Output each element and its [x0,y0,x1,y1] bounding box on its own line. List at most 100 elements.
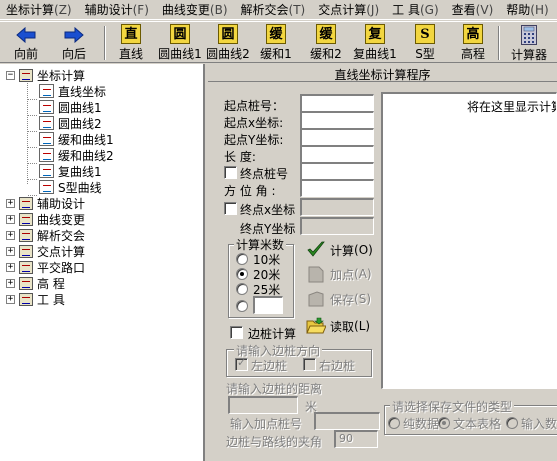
tree-node-easement2[interactable]: 缓和曲线2 [28,147,114,164]
s-curve-button[interactable]: S S型 [410,24,440,62]
expand-icon[interactable]: + [6,198,15,208]
read-button[interactable]: 读取 (L) [306,316,370,336]
tree-node-circular2[interactable]: 圆曲线2 [28,115,102,132]
menu-help[interactable]: 帮助(H) [500,0,555,20]
navigation-tree: − 坐标计算 直线坐标 圆曲线1 圆曲线2 缓和曲线1 缓和曲线2 复曲线1 S… [0,64,205,461]
start-y-input[interactable] [300,128,374,146]
add-point-button[interactable]: 加点 (A) [306,264,372,284]
tree-node-tools[interactable]: + 工 具 [6,291,65,307]
azimuth-input[interactable] [300,179,374,197]
start-x-input[interactable] [300,111,374,129]
end-station-label: 终点桩号 [240,167,289,181]
left-stake-checkbox[interactable] [235,356,248,371]
menu-curve-change[interactable]: 曲线变更(B) [156,0,235,20]
toolbar-separator [104,26,106,60]
compound-curve1-button[interactable]: 复 复曲线1 [352,24,398,62]
tree-node-aux-design[interactable]: + 辅助设计 [6,195,85,211]
left-stake-label: 左边桩 [251,359,288,373]
document-icon [39,84,54,98]
output-area[interactable]: 将在这里显示计算 [381,92,557,389]
menu-analytic-intersect[interactable]: 解析交会(T) [235,0,313,20]
expand-icon[interactable]: + [6,294,15,304]
circle-icon: 圆 [218,24,238,44]
start-x-label: 起点x坐标: [224,116,284,130]
tree-node-intersection-calc[interactable]: + 交点计算 [6,243,85,259]
add-station-input[interactable] [314,412,380,430]
menu-view[interactable]: 查看(V) [446,0,501,20]
module-icon [19,276,33,290]
text-table-label: 文本表格 [453,417,502,431]
start-station-input[interactable] [300,94,374,112]
document-icon [39,100,54,114]
easement2-button[interactable]: 缓 缓和2 [306,24,346,62]
tree-node-level-crossing[interactable]: + 平交路口 [6,259,85,275]
elevation-button[interactable]: 高 高程 [457,24,489,62]
input-data-radio[interactable] [506,417,518,429]
calculator-button[interactable]: 计算器 [508,24,550,62]
calc-panel: 直线坐标计算程序 起点桩号： 起点x坐标: 起点Y坐标: 长 度: 终点桩号 方… [208,64,557,461]
arrow-right-icon [64,25,84,44]
tree-node-compound1[interactable]: 复曲线1 [28,163,102,180]
menu-intersection-calc[interactable]: 交点计算(J) [312,0,386,20]
interval-20m-radio[interactable] [236,268,248,280]
expand-icon[interactable]: + [6,230,15,240]
straight-line-button[interactable]: 直 直线 [114,24,148,62]
tree-node-coordinate-calc[interactable]: − 坐标计算 [6,67,85,83]
checkmark-icon [306,240,326,260]
tree-node-easement1[interactable]: 缓和曲线1 [28,131,114,148]
save-button[interactable]: 保存 (S) [306,289,371,309]
add-station-label: 输入加点桩号 [230,417,303,431]
end-station-checkbox[interactable] [224,166,237,179]
pure-data-label: 纯数据 [403,417,440,431]
module-icon [19,292,33,306]
angle-input[interactable]: 90 [334,430,378,448]
arrow-left-icon [16,25,36,44]
back-button[interactable]: 向前 [8,24,44,62]
circular-curve2-button[interactable]: 圆 圆曲线2 [205,24,251,62]
elevation-icon: 高 [463,24,483,44]
side-stake-checkbox[interactable] [230,326,243,339]
tree-node-curve-change[interactable]: + 曲线变更 [6,211,85,227]
pure-data-radio[interactable] [388,417,400,429]
collapse-icon[interactable]: − [6,70,15,80]
text-table-radio[interactable] [438,417,450,429]
easement-icon: 缓 [266,24,286,44]
circle-icon: 圆 [170,24,190,44]
menu-tools[interactable]: 工 具(G) [386,0,446,20]
module-icon [19,228,33,242]
easement1-button[interactable]: 缓 缓和1 [256,24,296,62]
side-distance-input[interactable] [228,396,298,414]
document-icon [39,148,54,162]
compound-icon: 复 [365,24,385,44]
tree-node-straight-coord[interactable]: 直线坐标 [28,83,106,100]
tree-node-elevation[interactable]: + 高 程 [6,275,65,291]
expand-icon[interactable]: + [6,262,15,272]
add-point-icon [306,264,326,284]
interval-10m-radio[interactable] [236,253,248,265]
length-input[interactable] [300,145,374,163]
circular-curve1-button[interactable]: 圆 圆曲线1 [157,24,203,62]
calculator-icon [519,25,539,45]
expand-icon[interactable]: + [6,246,15,256]
toolbar-separator [498,26,500,60]
end-x-input[interactable] [300,198,374,216]
expand-icon[interactable]: + [6,214,15,224]
right-stake-checkbox[interactable] [303,358,316,371]
tree-node-circular1[interactable]: 圆曲线1 [28,99,102,116]
interval-custom-input[interactable] [253,296,283,314]
tree-node-s-curve[interactable]: S型曲线 [28,179,102,196]
save-icon [306,289,326,309]
calculate-button[interactable]: 计算 (O) [306,240,373,260]
forward-button[interactable]: 向后 [56,24,92,62]
interval-custom-radio[interactable] [236,300,248,312]
menu-coordinate-calc[interactable]: 坐标计算(Z) [0,0,79,20]
end-y-input[interactable] [300,217,374,235]
menu-aux-design[interactable]: 辅助设计(F) [79,0,156,20]
end-x-checkbox[interactable] [224,202,237,215]
expand-icon[interactable]: + [6,278,15,288]
end-station-input[interactable] [300,162,374,180]
side-distance-label: 请输入边桩的距离 [226,382,323,396]
right-stake-label: 右边桩 [319,359,356,373]
tree-node-analytic-intersect[interactable]: + 解析交会 [6,227,85,243]
interval-25m-radio[interactable] [236,283,248,295]
